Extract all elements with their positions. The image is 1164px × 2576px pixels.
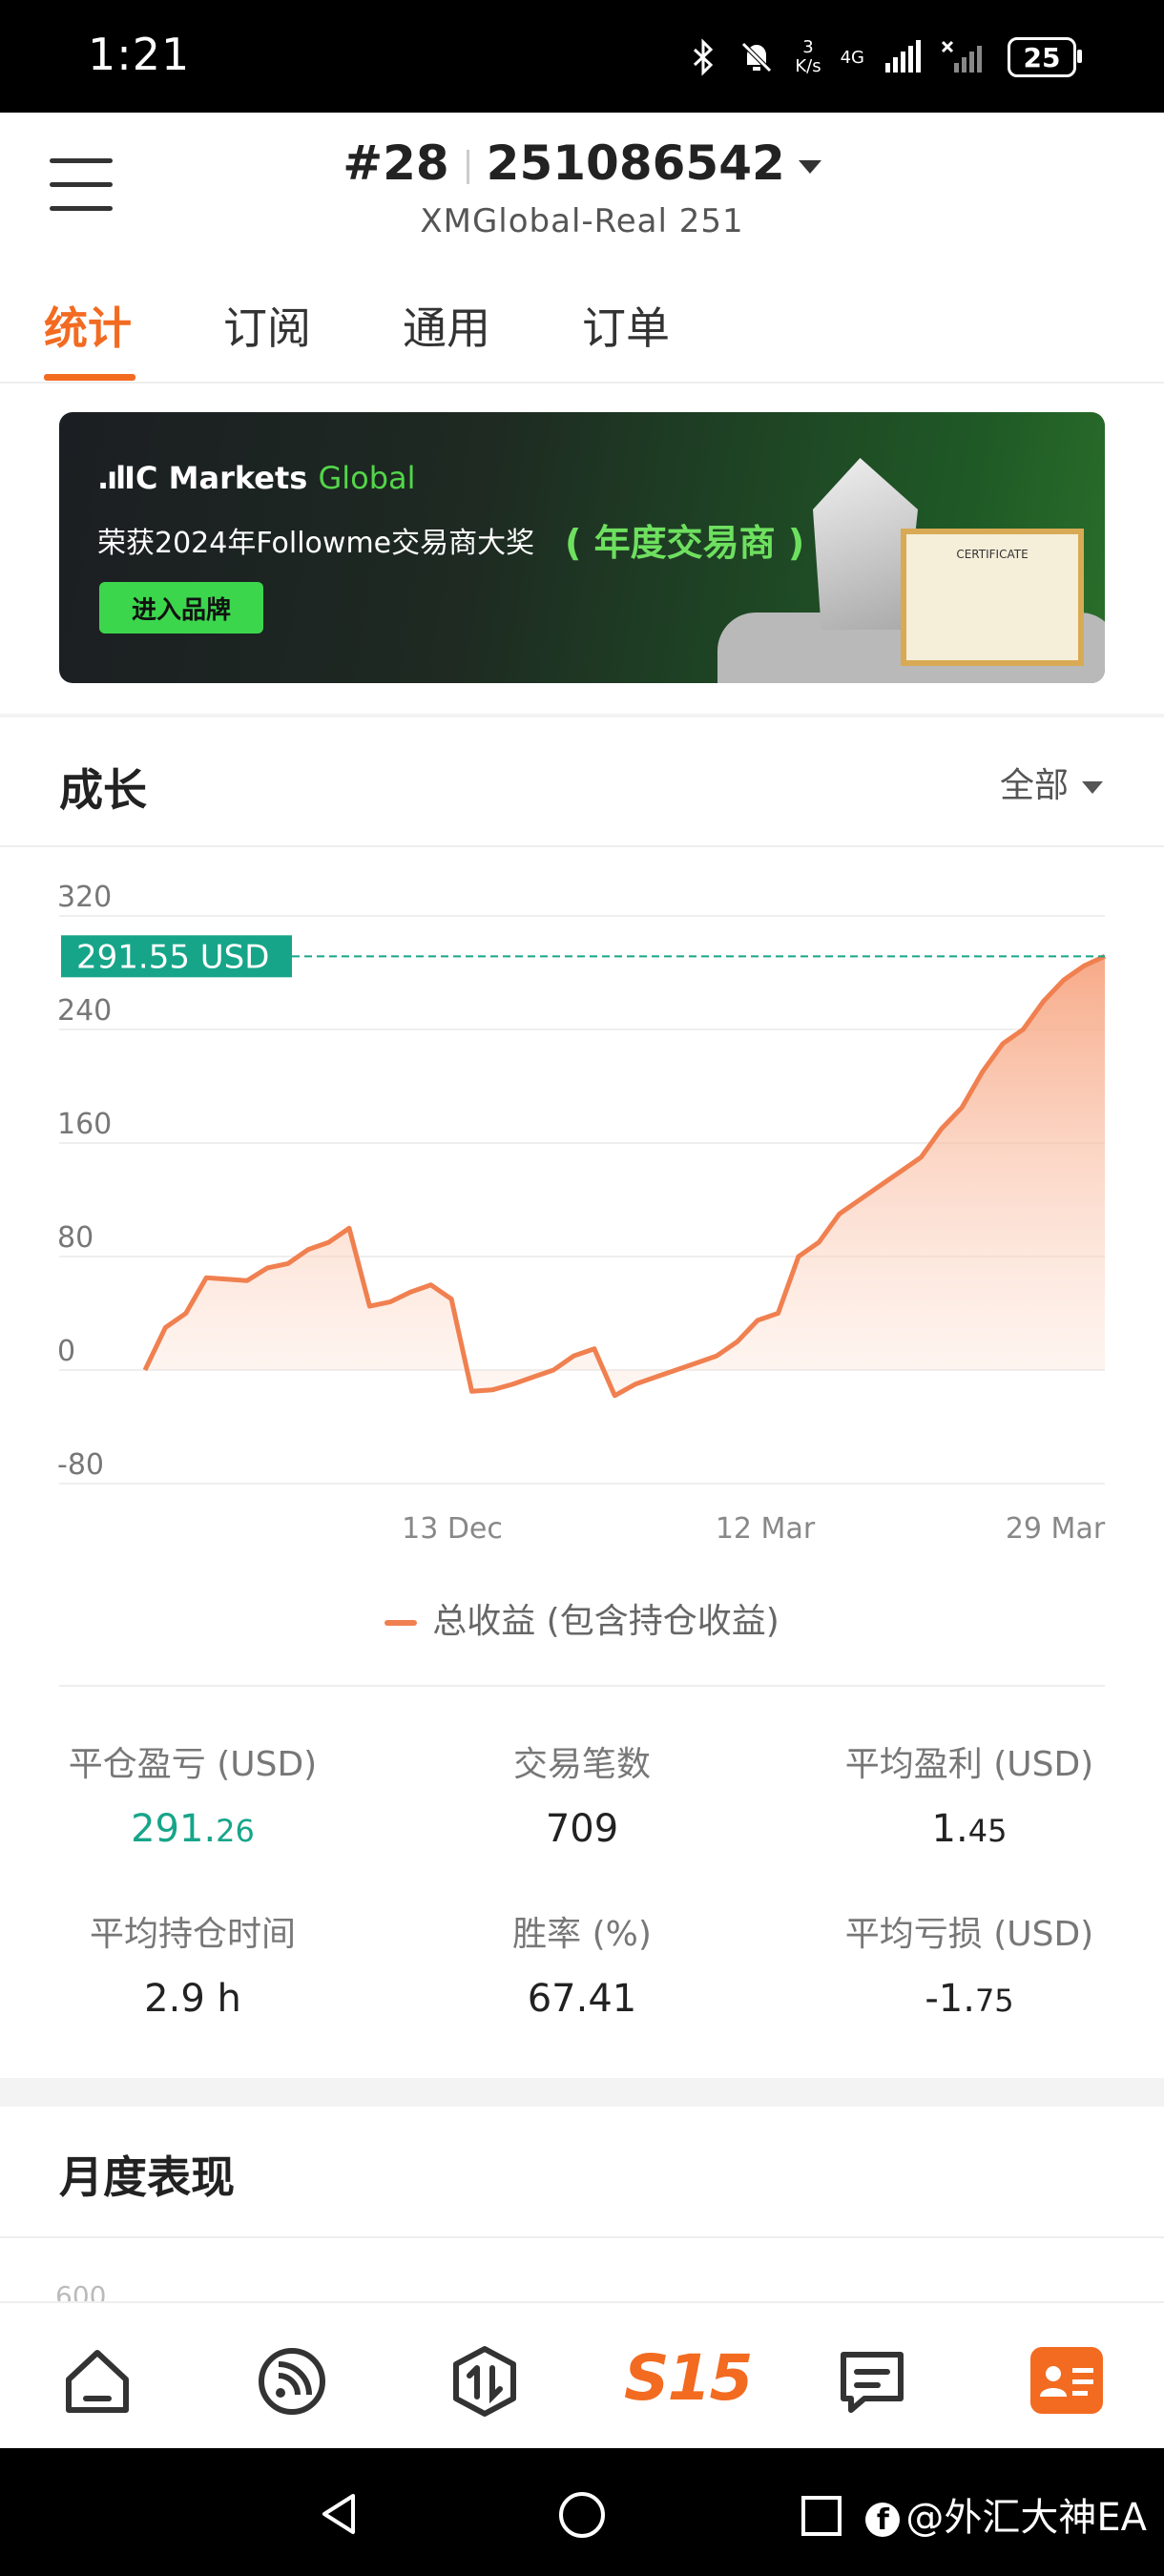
tab-subscribe[interactable]: 订阅 (223, 294, 311, 357)
tab-statistics[interactable]: 统计 (44, 294, 132, 357)
status-time: 1:21 (88, 29, 191, 80)
watermark: f @外汇大神EA (865, 2486, 1147, 2542)
net-speed: 3 K/s (795, 37, 821, 76)
legend-swatch (385, 1620, 418, 1626)
x-tick-label: 29 Mar (1006, 1512, 1106, 1546)
legend-label: 总收益 (包含持仓收益) (432, 1602, 779, 1641)
stat-label: 胜率 (%) (512, 1915, 652, 1954)
stat-avg-hold: 平均持仓时间 2.9 h (21, 1906, 364, 2021)
account-number: 251086542 (486, 135, 785, 191)
stat-value: 291.26 (131, 1807, 255, 1851)
y-tick-label: 160 (57, 1108, 112, 1141)
bottom-nav: S15 (0, 2301, 1164, 2450)
nav-trade-icon[interactable] (445, 2341, 525, 2421)
status-bar: 1:21 3 K/s 4G 25 (0, 0, 1164, 113)
network-type: 4G (840, 47, 864, 68)
section-gap (0, 2078, 1164, 2107)
chevron-down-icon (798, 159, 821, 174)
promo-banner[interactable]: .ılIC Markets Global 荣获2024年Followme交易商大… (59, 412, 1105, 683)
stat-closed-pl: 平仓盈亏 (USD) 291.26 (21, 1736, 364, 1851)
monthly-header: 月度表现 (0, 2107, 1164, 2238)
signal-off-icon (941, 40, 982, 73)
stat-avg-loss: 平均亏损 (USD) -1.75 (798, 1906, 1141, 2021)
facebook-icon: f (865, 2503, 901, 2537)
stat-value: 1.45 (931, 1807, 1008, 1851)
y-tick-label: 240 (57, 994, 112, 1028)
banner-headline: 荣获2024年Followme交易商大奖 (97, 527, 535, 560)
stat-value: 2.9 h (144, 1977, 241, 2021)
series-area (145, 956, 1105, 1396)
system-nav-bar: f @外汇大神EA (0, 2448, 1164, 2576)
tab-orders[interactable]: 订单 (582, 294, 670, 357)
rank-label: #28 (343, 135, 449, 191)
active-tab-indicator (44, 374, 135, 381)
account-header: #28 251086542 XMGlobal-Real 251 (0, 113, 1164, 256)
y-tick-label: 320 (57, 881, 112, 914)
monthly-title: 月度表现 (59, 2151, 235, 2203)
stat-avg-profit: 平均盈利 (USD) 1.45 (798, 1736, 1141, 1851)
growth-header: 成长 全部 (0, 717, 1164, 847)
nav-profile-icon[interactable] (1030, 2347, 1103, 2414)
certificate-image: CERTIFICATE (901, 529, 1084, 666)
stat-label: 平仓盈亏 (USD) (68, 1745, 318, 1784)
stat-value: 67.41 (527, 1977, 637, 2021)
x-tick-label: 12 Mar (716, 1512, 816, 1546)
account-selector[interactable]: #28 251086542 (0, 135, 1164, 191)
stat-label: 平均亏损 (USD) (844, 1915, 1094, 1954)
x-tick-label: 13 Dec (402, 1512, 503, 1546)
enter-brand-button[interactable]: 进入品牌 (99, 582, 263, 634)
chevron-down-icon (1082, 780, 1103, 794)
stat-trades: 交易笔数 709 (410, 1736, 754, 1851)
bluetooth-icon (694, 38, 714, 76)
current-value-label: 291.55 USD (76, 938, 269, 976)
nav-messages-icon[interactable] (832, 2341, 912, 2421)
divider (59, 1685, 1105, 1687)
nav-home-icon[interactable] (57, 2341, 137, 2421)
broker-logo: .ılIC Markets Global (97, 460, 416, 496)
y-tick-label: 0 (57, 1335, 75, 1368)
range-dropdown[interactable]: 全部 (1000, 758, 1103, 807)
home-circle-icon[interactable] (557, 2490, 607, 2540)
banner-award: ( 年度交易商 ) (565, 522, 805, 564)
stat-label: 交易笔数 (512, 1745, 651, 1784)
monthly-axis-peek: 600 (55, 2280, 107, 2301)
stat-value: 709 (545, 1807, 619, 1851)
stat-label: 平均持仓时间 (89, 1915, 296, 1954)
growth-title: 成长 (59, 764, 147, 816)
stat-label: 平均盈利 (USD) (844, 1745, 1094, 1784)
growth-chart: 320 240 160 80 0 -80 291.55 USD 13 Dec 12 Mar 2… (57, 881, 1107, 1546)
y-tick-label: 80 (57, 1221, 94, 1255)
nav-feed-icon[interactable] (252, 2341, 332, 2421)
status-icons: 3 K/s 4G 25 (690, 29, 1082, 86)
signal-icon (885, 40, 921, 73)
stat-winrate: 胜率 (%) 67.41 (410, 1906, 754, 2021)
battery-indicator: 25 (1008, 37, 1082, 77)
y-tick-label: -80 (57, 1448, 104, 1482)
stat-value: -1.75 (925, 1977, 1014, 2021)
chart-legend: 总收益 (包含持仓收益) (0, 1593, 1164, 1643)
nav-s15-icon[interactable]: S15 (624, 2341, 753, 2415)
back-icon[interactable] (315, 2490, 363, 2538)
tab-bar: 统计 订阅 通用 订单 (0, 277, 1164, 384)
recents-icon[interactable] (800, 2494, 843, 2538)
tab-general[interactable]: 通用 (403, 294, 490, 357)
server-name: XMGlobal-Real 251 (420, 202, 744, 240)
mute-bell-icon (741, 42, 773, 73)
